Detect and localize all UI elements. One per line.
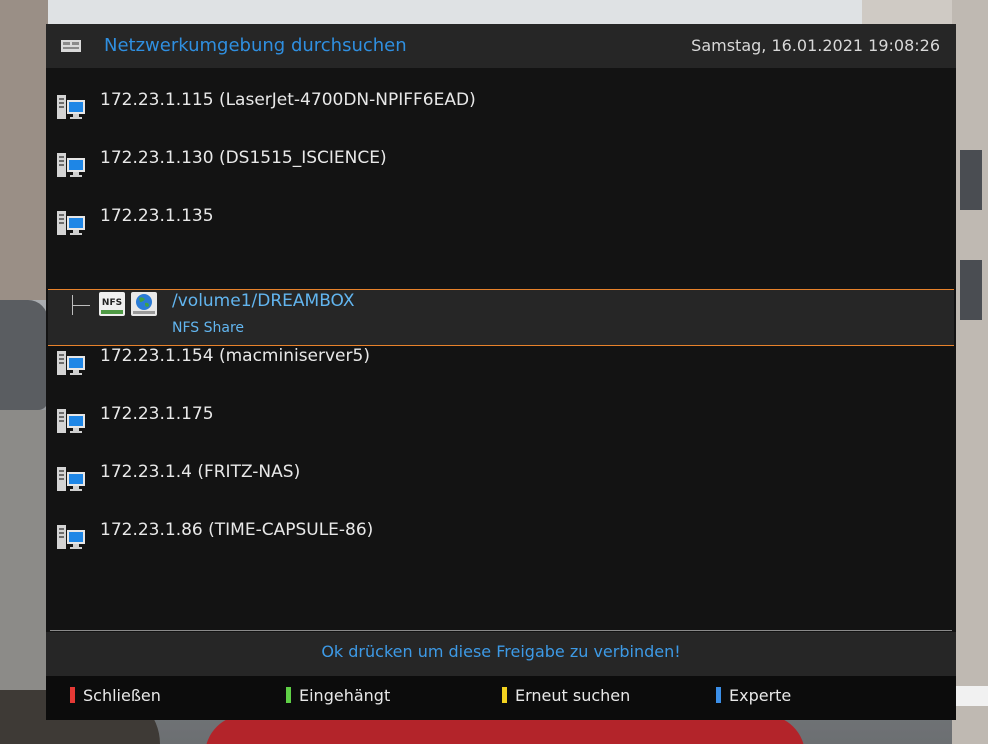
- nfs-share-icon: NFS: [99, 292, 125, 316]
- host-label: 172.23.1.86 (TIME-CAPSULE-86): [100, 520, 374, 540]
- hint-text: Ok drücken um diese Freigabe zu verbinde…: [46, 632, 956, 676]
- network-scan-icon: [61, 40, 81, 52]
- red-key-icon: [70, 687, 75, 703]
- computer-icon: [57, 95, 85, 119]
- title-bar: Netzwerkumgebung durchsuchen Samstag, 16…: [46, 24, 956, 68]
- blue-button-label: Experte: [729, 686, 792, 705]
- blue-key-icon: [716, 687, 721, 703]
- host-row[interactable]: 172.23.1.115 (LaserJet-4700DN-NPIFF6EAD): [46, 76, 956, 134]
- computer-icon: [57, 211, 85, 235]
- nfs-badge-text: NFS: [102, 298, 122, 308]
- host-row[interactable]: 172.23.1.175: [46, 390, 956, 448]
- network-host-list: 172.23.1.115 (LaserJet-4700DN-NPIFF6EAD)…: [46, 68, 956, 608]
- computer-icon: [57, 351, 85, 375]
- green-button-label: Eingehängt: [299, 686, 391, 705]
- tree-connector: [72, 305, 90, 306]
- yellow-button-label: Erneut suchen: [515, 686, 631, 705]
- share-path: /volume1/DREAMBOX: [172, 291, 355, 311]
- host-label: 172.23.1.115 (LaserJet-4700DN-NPIFF6EAD): [100, 90, 476, 110]
- host-label: 172.23.1.135: [100, 206, 214, 226]
- host-label: 172.23.1.175: [100, 404, 214, 424]
- window-title: Netzwerkumgebung durchsuchen: [104, 35, 407, 56]
- green-key-icon: [286, 687, 291, 703]
- globe-icon: [131, 292, 157, 316]
- host-row[interactable]: 172.23.1.154 (macminiserver5): [46, 332, 956, 390]
- computer-icon: [57, 153, 85, 177]
- red-button[interactable]: Schließen: [70, 686, 161, 708]
- host-row[interactable]: 172.23.1.86 (TIME-CAPSULE-86): [46, 506, 956, 564]
- yellow-button[interactable]: Erneut suchen: [502, 686, 630, 708]
- host-label: 172.23.1.4 (FRITZ-NAS): [100, 462, 301, 482]
- green-button[interactable]: Eingehängt: [286, 686, 390, 708]
- host-row[interactable]: 172.23.1.4 (FRITZ-NAS): [46, 448, 956, 506]
- blue-button[interactable]: Experte: [716, 686, 791, 708]
- host-row[interactable]: 172.23.1.130 (DS1515_ISCIENCE): [46, 134, 956, 192]
- color-key-bar: Schließen Eingehängt Erneut suchen Exper…: [46, 676, 956, 720]
- date-time: Samstag, 16.01.2021 19:08:26: [691, 36, 940, 55]
- computer-icon: [57, 525, 85, 549]
- computer-icon: [57, 409, 85, 433]
- red-button-label: Schließen: [83, 686, 161, 705]
- host-label: 172.23.1.130 (DS1515_ISCIENCE): [100, 148, 387, 168]
- computer-icon: [57, 467, 85, 491]
- host-label: 172.23.1.154 (macminiserver5): [100, 346, 370, 366]
- yellow-key-icon: [502, 687, 507, 703]
- host-row[interactable]: 172.23.1.135: [46, 192, 956, 250]
- divider: [50, 630, 952, 631]
- network-browser-window: Netzwerkumgebung durchsuchen Samstag, 16…: [46, 24, 956, 720]
